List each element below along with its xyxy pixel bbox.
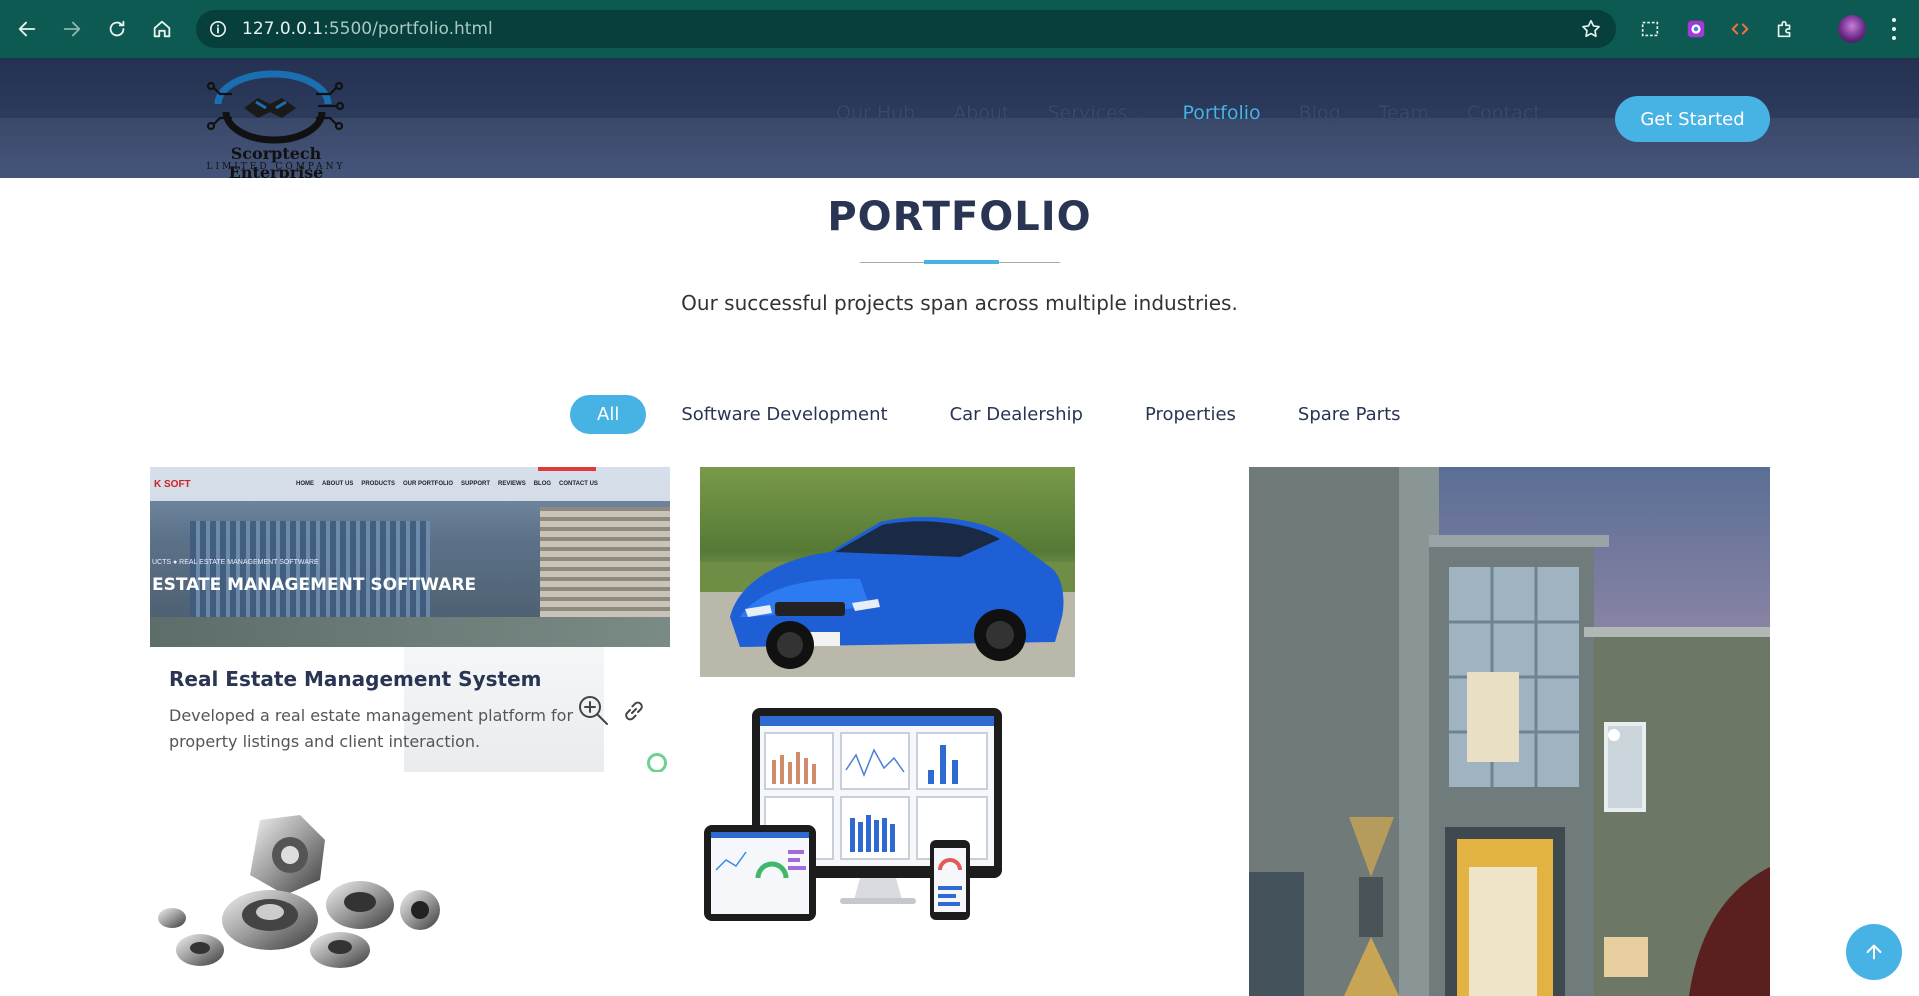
preview-menu-item: HOME [296,481,314,487]
site-info-icon[interactable] [208,19,228,39]
title-accent-bar [924,260,999,264]
site-header: Scorptech Enterprise LIMITED COMPANY Our… [0,58,1919,178]
preview-building [190,521,430,621]
forward-icon[interactable] [57,14,87,44]
preview-active-indicator [538,467,596,471]
preview-menu-item: SUPPORT [461,481,491,487]
portfolio-item-spare-parts[interactable] [150,800,455,990]
home-icon[interactable] [147,14,177,44]
browser-menu-icon[interactable] [1884,16,1904,42]
nav-team[interactable]: Team [1379,102,1429,124]
screen-capture-icon[interactable] [1637,16,1663,42]
filter-car-dealership[interactable]: Car Dealership [923,395,1110,434]
real-estate-preview-image: K SOFT HOME ABOUT US PRODUCTS OUR PORTFO… [150,467,670,647]
nav-services-label: Services [1047,102,1128,124]
preview-menu-item: PRODUCTS [361,481,396,487]
profile-avatar[interactable] [1838,15,1866,43]
preview-navbar: K SOFT HOME ABOUT US PRODUCTS OUR PORTFO… [150,467,670,501]
preview-breadcrumb: UCTS ● REAL ESTATE MANAGEMENT SOFTWARE [152,559,319,566]
portfolio-item-house[interactable] [1249,467,1770,996]
filter-properties[interactable]: Properties [1118,395,1263,434]
preview-logo: K SOFT [154,479,191,490]
chevron-down-icon: ⌄ [1133,108,1145,123]
overlay-status-ring [647,753,667,772]
arrow-up-icon [1866,944,1882,960]
back-icon[interactable] [12,14,42,44]
modern-house-image [1249,467,1770,996]
nav-services[interactable]: Services ⌄ [1047,102,1144,124]
portfolio-item-real-estate[interactable]: K SOFT HOME ABOUT US PRODUCTS OUR PORTFO… [150,467,670,772]
preview-menu-item: REVIEWS [498,481,526,487]
nav-about[interactable]: About [953,102,1009,124]
preview-menu-item: CONTACT US [559,481,598,487]
preview-menu: HOME ABOUT US PRODUCTS OUR PORTFOLIO SUP… [296,481,598,487]
zoom-in-icon[interactable] [576,693,610,727]
get-started-button[interactable]: Get Started [1615,96,1770,142]
main-navigation: Our Hub About Services ⌄ Portfolio Blog T… [836,102,1541,124]
code-extension-icon[interactable] [1727,16,1753,42]
preview-heading: ESTATE MANAGEMENT SOFTWARE [152,575,477,595]
filter-spare-parts[interactable]: Spare Parts [1271,395,1428,434]
portfolio-item-description: Developed a real estate management platf… [169,706,574,751]
preview-menu-item: BLOG [533,481,552,487]
reload-icon[interactable] [102,14,132,44]
bookmark-star-icon[interactable] [1580,18,1602,40]
logo-subtitle: LIMITED COMPANY [206,162,346,172]
scroll-to-top-button[interactable] [1846,924,1902,980]
portfolio-item-overlay: Real Estate Management System Developed … [150,647,670,772]
dashboard-devices-image [704,708,1002,921]
extensions-puzzle-icon[interactable] [1772,16,1798,42]
portfolio-filters: All Software Development Car Dealership … [570,395,1428,434]
nav-our-hub[interactable]: Our Hub [836,102,915,124]
nav-contact[interactable]: Contact [1467,102,1541,124]
portfolio-item-title: Real Estate Management System [169,667,542,691]
url-text: 127.0.0.1:5500/portfolio.html [242,19,493,39]
portfolio-item-car[interactable] [700,467,1075,677]
logo-name: Scorptech Enterprise [228,144,324,178]
address-bar[interactable]: 127.0.0.1:5500/portfolio.html [196,10,1616,48]
link-icon[interactable] [620,697,648,725]
spare-parts-image [150,800,455,990]
filter-software-development[interactable]: Software Development [654,395,914,434]
preview-ground [150,617,670,647]
nav-portfolio[interactable]: Portfolio [1182,102,1260,124]
filter-all[interactable]: All [570,395,647,434]
preview-menu-item: ABOUT US [322,481,354,487]
portfolio-item-dashboard[interactable] [700,700,1010,930]
blue-car-image [700,517,1075,677]
preview-menu-item: OUR PORTFOLIO [403,481,454,487]
browser-toolbar: 127.0.0.1:5500/portfolio.html [0,0,1919,58]
extension-camera-icon[interactable] [1683,16,1709,42]
section-subtitle: Our successful projects span across mult… [681,291,1238,315]
nav-blog[interactable]: Blog [1299,102,1341,124]
section-title: PORTFOLIO [827,194,1092,240]
